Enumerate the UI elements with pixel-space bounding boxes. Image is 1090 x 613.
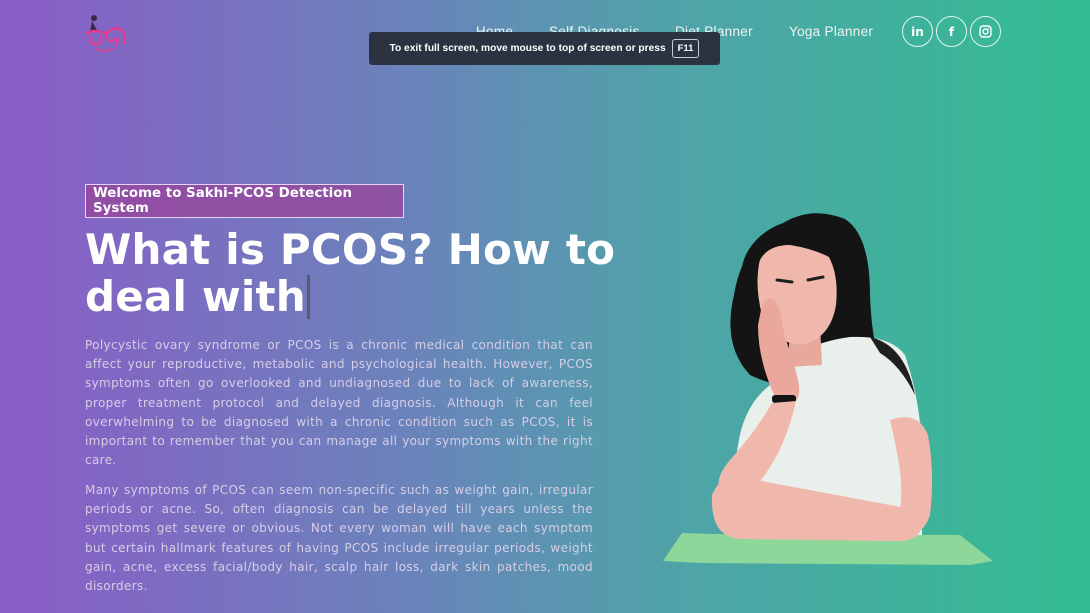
hero-title-line2-wrap: deal with: [85, 273, 625, 320]
linkedin-icon[interactable]: in: [902, 16, 933, 47]
logo-icon[interactable]: [84, 10, 130, 54]
fullscreen-toast: To exit full screen, move mouse to top o…: [369, 32, 720, 65]
hero-title-line2: deal with: [85, 272, 306, 321]
nav-yoga-planner[interactable]: Yoga Planner: [789, 24, 873, 39]
facebook-label: f: [948, 24, 955, 39]
welcome-badge: Welcome to Sakhi-PCOS Detection System: [85, 184, 404, 218]
instagram-glyph: [979, 25, 992, 38]
intro-paragraph: Polycystic ovary syndrome or PCOS is a c…: [85, 338, 593, 468]
instagram-icon[interactable]: [970, 16, 1001, 47]
typing-cursor: [306, 275, 310, 319]
facebook-icon[interactable]: f: [936, 16, 967, 47]
hero-title-line1: What is PCOS? How to: [85, 225, 616, 274]
symptoms-paragraph: Many symptoms of PCOS can seem non-speci…: [85, 483, 593, 594]
hero-title: What is PCOS? How to deal with: [85, 226, 625, 320]
woman-illustration: [660, 205, 1000, 575]
toast-key-badge: F11: [671, 39, 700, 58]
linkedin-label: in: [911, 24, 924, 39]
toast-text: To exit full screen, move mouse to top o…: [389, 43, 666, 54]
